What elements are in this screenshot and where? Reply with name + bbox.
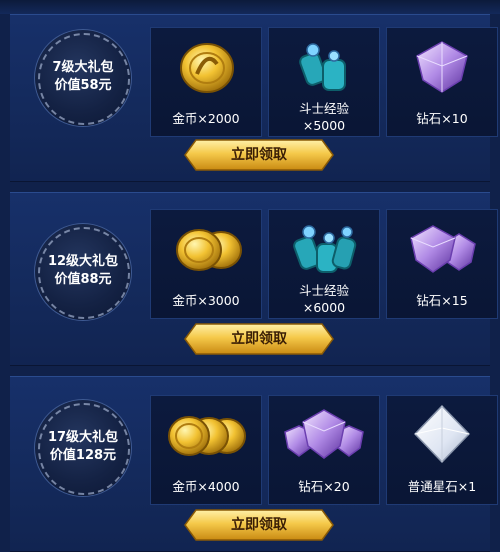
diamond-icon bbox=[410, 225, 476, 273]
pack-badge: 17级大礼包 价值128元 bbox=[34, 399, 132, 497]
reward-amount: ×6000 bbox=[302, 300, 346, 315]
reward-label: 斗士经验 bbox=[298, 283, 349, 298]
reward-card: 斗士经验 ×5000 bbox=[268, 27, 380, 137]
badge-text: 17级大礼包 价值128元 bbox=[34, 429, 132, 465]
reward-card: 普通星石×1 bbox=[386, 395, 498, 505]
claim-button-label: 立即领取 bbox=[231, 517, 287, 533]
gift-pack-lv7: 7级大礼包 价值58元 金币×2000 斗士经验 ×5000 钻石×10 立即领… bbox=[10, 14, 498, 182]
reward-card: 钻石×10 bbox=[386, 27, 498, 137]
reward-card: 斗士经验 ×6000 bbox=[268, 209, 380, 319]
claim-button[interactable]: 立即领取 bbox=[184, 323, 334, 355]
reward-label: 斗士经验 bbox=[298, 101, 349, 116]
star-stone-icon bbox=[413, 404, 471, 464]
reward-card: 金币×3000 bbox=[150, 209, 262, 319]
gift-pack-lv17: 17级大礼包 价值128元 金币×4000 钻石×20 普通星石×1 立即领取 bbox=[10, 376, 498, 552]
pack-badge: 7级大礼包 价值58元 bbox=[34, 29, 132, 127]
pack-title: 7级大礼包 bbox=[52, 60, 114, 75]
badge-text: 12级大礼包 价值88元 bbox=[34, 253, 132, 289]
gold-coins-icon bbox=[176, 229, 242, 271]
claim-button[interactable]: 立即领取 bbox=[184, 509, 334, 541]
reward-card: 钻石×20 bbox=[268, 395, 380, 505]
reward-label: 钻石×20 bbox=[298, 479, 350, 494]
pack-value: 价值58元 bbox=[54, 78, 112, 93]
reward-label: 金币×3000 bbox=[172, 293, 240, 308]
reward-amount: ×5000 bbox=[302, 118, 346, 133]
reward-label: 普通星石×1 bbox=[407, 479, 477, 494]
gift-pack-lv12: 12级大礼包 价值88元 金币×3000 斗士经验 ×6000 钻石×15 立即… bbox=[10, 192, 498, 366]
fighter-exp-potion-icon bbox=[293, 225, 357, 273]
reward-card: 金币×4000 bbox=[150, 395, 262, 505]
gold-coins-icon bbox=[180, 43, 234, 93]
pack-title: 17级大礼包 bbox=[47, 430, 119, 445]
fighter-exp-potion-icon bbox=[299, 43, 346, 91]
reward-label: 金币×4000 bbox=[172, 479, 240, 494]
pack-value: 价值88元 bbox=[54, 272, 112, 287]
reward-card: 钻石×15 bbox=[386, 209, 498, 319]
top-strip bbox=[0, 0, 500, 14]
pack-title: 12级大礼包 bbox=[47, 254, 119, 269]
reward-label: 钻石×15 bbox=[416, 293, 468, 308]
reward-label: 金币×2000 bbox=[172, 111, 240, 126]
diamond-icon bbox=[284, 409, 364, 459]
pack-badge: 12级大礼包 价值88元 bbox=[34, 223, 132, 321]
pack-value: 价值128元 bbox=[49, 448, 117, 463]
gold-coins-icon bbox=[168, 416, 246, 456]
claim-button[interactable]: 立即领取 bbox=[184, 139, 334, 171]
badge-text: 7级大礼包 价值58元 bbox=[34, 59, 132, 95]
claim-button-label: 立即领取 bbox=[231, 147, 287, 163]
diamond-icon bbox=[416, 41, 468, 93]
reward-card: 金币×2000 bbox=[150, 27, 262, 137]
reward-label: 钻石×10 bbox=[416, 111, 468, 126]
claim-button-label: 立即领取 bbox=[231, 331, 287, 347]
